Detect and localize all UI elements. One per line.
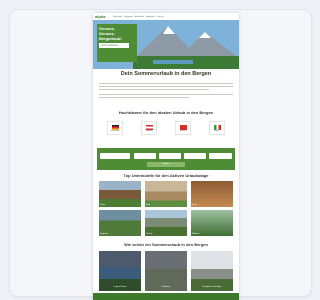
tile-label: Hotel bbox=[146, 204, 151, 206]
intro-text-line bbox=[99, 94, 233, 96]
menu-item[interactable]: Kontakt bbox=[157, 16, 164, 18]
top-nav: alpha Unterkunft Regionen Aktivitäten An… bbox=[93, 13, 239, 20]
gallery-tile[interactable]: Lago di Braies bbox=[99, 251, 141, 291]
hero-title-line: Bergurlaub! bbox=[99, 36, 122, 41]
page-footer bbox=[93, 293, 239, 300]
gallery-label: Lago di Braies bbox=[113, 286, 127, 288]
accommodation-grid: Chalet Hotel Sauna Berghütte Pension Wel… bbox=[99, 181, 233, 236]
hero-banner: Genuss, Genuss, Bergurlaub! Jetzt entdec… bbox=[93, 20, 239, 69]
switzerland-flag-icon bbox=[179, 124, 187, 130]
intro-text-line bbox=[99, 97, 189, 99]
gallery-label: Dolomiten bbox=[161, 286, 171, 288]
hero-cta-button[interactable]: Jetzt entdecken bbox=[99, 43, 129, 48]
intro-text-line bbox=[99, 89, 209, 91]
austria-flag-icon bbox=[145, 124, 153, 130]
gallery-grid: Lago di Braies Dolomiten Bergdorf in den… bbox=[99, 251, 233, 291]
country-list: Deutschland Österreich Schweiz Italien bbox=[107, 121, 225, 135]
accommodation-tile[interactable]: Chalet bbox=[99, 181, 141, 207]
italy-flag-icon bbox=[213, 124, 221, 130]
search-panel: Suchen bbox=[97, 148, 235, 170]
website-page: alpha Unterkunft Regionen Aktivitäten An… bbox=[93, 13, 239, 300]
tile-label: Pension bbox=[146, 233, 153, 235]
intro-text-line bbox=[99, 86, 233, 88]
tile-label: Sauna bbox=[192, 204, 198, 206]
accommodation-tile[interactable]: Berghütte bbox=[99, 210, 141, 236]
tile-label: Chalet bbox=[100, 204, 106, 206]
country-name: Schweiz bbox=[180, 130, 186, 132]
main-menu: Unterkunft Regionen Aktivitäten Angebote… bbox=[113, 16, 163, 18]
country-name: Österreich bbox=[145, 130, 153, 132]
menu-item[interactable]: Unterkunft bbox=[113, 16, 122, 18]
country-card[interactable]: Deutschland bbox=[107, 121, 123, 135]
tile-label: Berghütte bbox=[100, 233, 108, 235]
gallery-tile[interactable]: Dolomiten bbox=[145, 251, 187, 291]
departure-date-input[interactable] bbox=[159, 153, 181, 159]
intro-heading: Dein Sommerurlaub in den Bergen bbox=[120, 71, 212, 77]
search-button[interactable]: Suchen bbox=[147, 162, 185, 167]
germany-flag-icon bbox=[111, 124, 119, 130]
accommodation-heading: Top Unterkünfte für den Aktiven Urlaubst… bbox=[123, 173, 209, 178]
accommodation-tile[interactable]: Sauna bbox=[191, 181, 233, 207]
rooms-input[interactable] bbox=[209, 153, 232, 159]
country-card[interactable]: Italien bbox=[209, 121, 225, 135]
gallery-label: Bergdorf in den Alpen bbox=[202, 286, 222, 288]
accommodation-tile[interactable]: Hotel bbox=[145, 181, 187, 207]
accommodation-tile[interactable]: Wellness bbox=[191, 210, 233, 236]
menu-item[interactable]: Regionen bbox=[124, 16, 133, 18]
country-card[interactable]: Schweiz bbox=[175, 121, 191, 135]
menu-item[interactable]: Aktivitäten bbox=[135, 16, 144, 18]
hero-text-box: Genuss, Genuss, Bergurlaub! Jetzt entdec… bbox=[97, 24, 137, 62]
intro-text-line bbox=[99, 83, 233, 85]
site-logo[interactable]: alpha bbox=[95, 14, 109, 19]
guests-input[interactable] bbox=[184, 153, 206, 159]
arrival-date-input[interactable] bbox=[134, 153, 156, 159]
gallery-heading: Wie schön ein Sommerurlaub in den Bergen bbox=[124, 242, 208, 247]
country-name: Deutschland bbox=[110, 130, 120, 132]
tile-label: Wellness bbox=[192, 233, 200, 235]
countries-heading: Hochhäuser für den idealen Urlaub in den… bbox=[118, 110, 214, 115]
country-card[interactable]: Österreich bbox=[141, 121, 157, 135]
gallery-tile[interactable]: Bergdorf in den Alpen bbox=[191, 251, 233, 291]
destination-input[interactable] bbox=[100, 153, 130, 159]
menu-item[interactable]: Angebote bbox=[146, 16, 155, 18]
accommodation-tile[interactable]: Pension bbox=[145, 210, 187, 236]
country-name: Italien bbox=[214, 130, 220, 132]
